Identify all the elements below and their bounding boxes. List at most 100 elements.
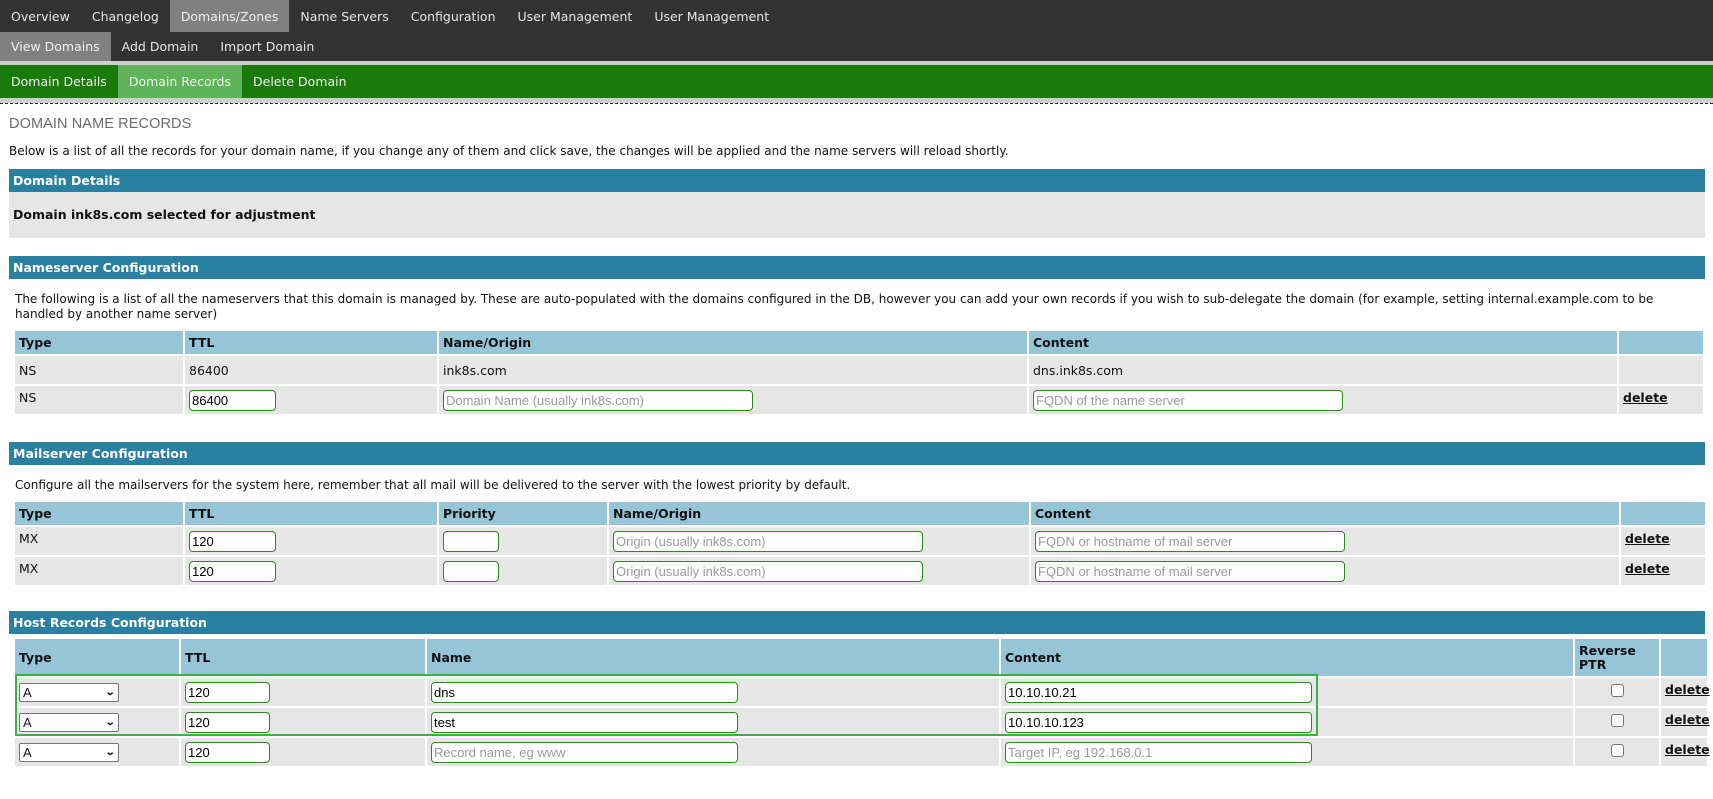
ns-ttl: 86400 xyxy=(185,356,437,384)
mailserver-table: Type TTL Priority Name/Origin Content MX… xyxy=(13,500,1707,587)
table-row: MX delete xyxy=(15,527,1705,555)
host-content-input[interactable] xyxy=(1005,711,1312,733)
col-content: Content xyxy=(1001,639,1573,676)
domainnav-domain-records[interactable]: Domain Records xyxy=(117,65,243,98)
nav-user-management[interactable]: User Management xyxy=(507,0,644,32)
col-ttl: TTL xyxy=(185,331,437,354)
host-name-input[interactable] xyxy=(431,681,738,703)
ns-type: NS xyxy=(15,386,183,414)
mx-type: MX xyxy=(15,527,183,555)
host-name-input[interactable] xyxy=(431,711,738,733)
mx-priority-input[interactable] xyxy=(443,560,499,582)
mx-name-input[interactable] xyxy=(613,530,923,552)
col-ttl: TTL xyxy=(185,502,437,525)
domain-details-body: Domain ink8s.com selected for adjustment xyxy=(9,192,1705,238)
table-row: MX delete xyxy=(15,557,1705,585)
sub-nav: View Domains Add Domain Import Domain xyxy=(0,32,1713,61)
host-delete-link[interactable]: delete xyxy=(1665,712,1710,727)
host-content-input[interactable] xyxy=(1005,681,1312,703)
nameserver-description: The following is a list of all the names… xyxy=(15,292,1654,321)
col-name-origin: Name/Origin xyxy=(609,502,1029,525)
ns-name: ink8s.com xyxy=(439,356,1027,384)
mx-delete-link[interactable]: delete xyxy=(1625,561,1670,576)
chevron-down-icon: ⌄ xyxy=(104,716,116,728)
nav-name-servers[interactable]: Name Servers xyxy=(289,0,399,32)
col-content: Content xyxy=(1029,331,1617,354)
host-type-select[interactable]: A ⌄ xyxy=(19,742,119,762)
main-nav: Overview Changelog Domains/Zones Name Se… xyxy=(0,0,1713,32)
ns-content-input[interactable] xyxy=(1033,389,1343,411)
subnav-import-domain[interactable]: Import Domain xyxy=(209,32,325,61)
mailserver-header: Mailserver Configuration xyxy=(9,442,1705,465)
host-type-value: A xyxy=(23,744,32,760)
host-ttl-input[interactable] xyxy=(185,741,270,763)
col-actions xyxy=(1621,502,1705,525)
page-title: DOMAIN NAME RECORDS xyxy=(9,116,192,132)
host-delete-link[interactable]: delete xyxy=(1665,742,1710,757)
mailserver-description: Configure all the mailservers for the sy… xyxy=(15,478,851,492)
col-name: Name xyxy=(427,639,999,676)
mx-content-input[interactable] xyxy=(1035,560,1345,582)
nav-changelog[interactable]: Changelog xyxy=(81,0,170,32)
host-records-wrap: Type TTL Name Content Reverse PTR A ⌄ 12… xyxy=(9,637,1710,768)
host-ttl-input[interactable] xyxy=(185,711,270,733)
table-row: A ⌄ delete xyxy=(15,678,1710,706)
domain-nav: Domain Details Domain Records Delete Dom… xyxy=(0,65,1713,98)
mx-delete-link[interactable]: delete xyxy=(1625,531,1670,546)
host-records-table: Type TTL Name Content Reverse PTR A ⌄ 12… xyxy=(13,637,1710,768)
subnav-add-domain[interactable]: Add Domain xyxy=(111,32,210,61)
nameserver-header: Nameserver Configuration xyxy=(9,256,1705,279)
mx-content-input[interactable] xyxy=(1035,530,1345,552)
page-intro: Below is a list of all the records for y… xyxy=(9,144,1009,158)
ns-name-input[interactable] xyxy=(443,389,753,411)
reverse-ptr-checkbox[interactable] xyxy=(1610,684,1624,697)
domainnav-domain-details[interactable]: Domain Details xyxy=(0,65,118,98)
col-actions xyxy=(1619,331,1703,354)
mx-priority-input[interactable] xyxy=(443,530,499,552)
ns-actions-empty xyxy=(1619,356,1703,384)
table-row: NS delete xyxy=(15,386,1703,414)
col-ttl: TTL xyxy=(181,639,425,676)
host-delete-link[interactable]: delete xyxy=(1665,682,1710,697)
nav-user-management-2[interactable]: User Management xyxy=(643,0,780,32)
host-name-input[interactable] xyxy=(431,741,738,763)
host-type-value: A xyxy=(23,684,32,700)
chevron-down-icon: ⌄ xyxy=(104,746,116,758)
nav-overview[interactable]: Overview xyxy=(0,0,81,32)
col-actions xyxy=(1661,639,1707,676)
col-priority: Priority xyxy=(439,502,607,525)
host-type-select[interactable]: A ⌄ xyxy=(19,682,119,702)
mx-name-input[interactable] xyxy=(613,560,923,582)
nav-configuration[interactable]: Configuration xyxy=(400,0,507,32)
dashed-separator xyxy=(0,103,1713,104)
table-header-row: Type TTL Priority Name/Origin Content xyxy=(15,502,1705,525)
chevron-down-icon: ⌄ xyxy=(104,686,116,698)
table-row: NS 86400 ink8s.com dns.ink8s.com xyxy=(15,356,1703,384)
host-records-header: Host Records Configuration xyxy=(9,611,1705,634)
ns-ttl-input[interactable] xyxy=(189,389,276,411)
col-type: Type xyxy=(15,331,183,354)
col-type: Type xyxy=(15,639,179,676)
host-content-input[interactable] xyxy=(1005,741,1312,763)
ns-type: NS xyxy=(15,356,183,384)
mx-type: MX xyxy=(15,557,183,585)
main-content: DOMAIN NAME RECORDS Below is a list of a… xyxy=(0,116,1713,768)
mx-ttl-input[interactable] xyxy=(189,560,276,582)
host-ttl-input[interactable] xyxy=(185,681,270,703)
col-reverse-ptr: Reverse PTR xyxy=(1575,639,1659,676)
reverse-ptr-checkbox[interactable] xyxy=(1610,714,1624,727)
domainnav-delete-domain[interactable]: Delete Domain xyxy=(242,65,358,98)
subnav-view-domains[interactable]: View Domains xyxy=(0,32,111,61)
ns-content: dns.ink8s.com xyxy=(1029,356,1617,384)
reverse-ptr-checkbox[interactable] xyxy=(1610,744,1624,757)
ns-delete-link[interactable]: delete xyxy=(1623,390,1668,405)
domain-selected-text: Domain ink8s.com selected for adjustment xyxy=(13,207,316,222)
col-content: Content xyxy=(1031,502,1619,525)
mx-ttl-input[interactable] xyxy=(189,530,276,552)
nav-domains-zones[interactable]: Domains/Zones xyxy=(169,0,290,32)
host-type-select[interactable]: A ⌄ xyxy=(19,712,119,732)
domain-details-header: Domain Details xyxy=(9,169,1705,192)
host-type-value: A xyxy=(23,714,32,730)
nameserver-table: Type TTL Name/Origin Content NS 86400 in… xyxy=(13,329,1705,416)
table-header-row: Type TTL Name/Origin Content xyxy=(15,331,1703,354)
